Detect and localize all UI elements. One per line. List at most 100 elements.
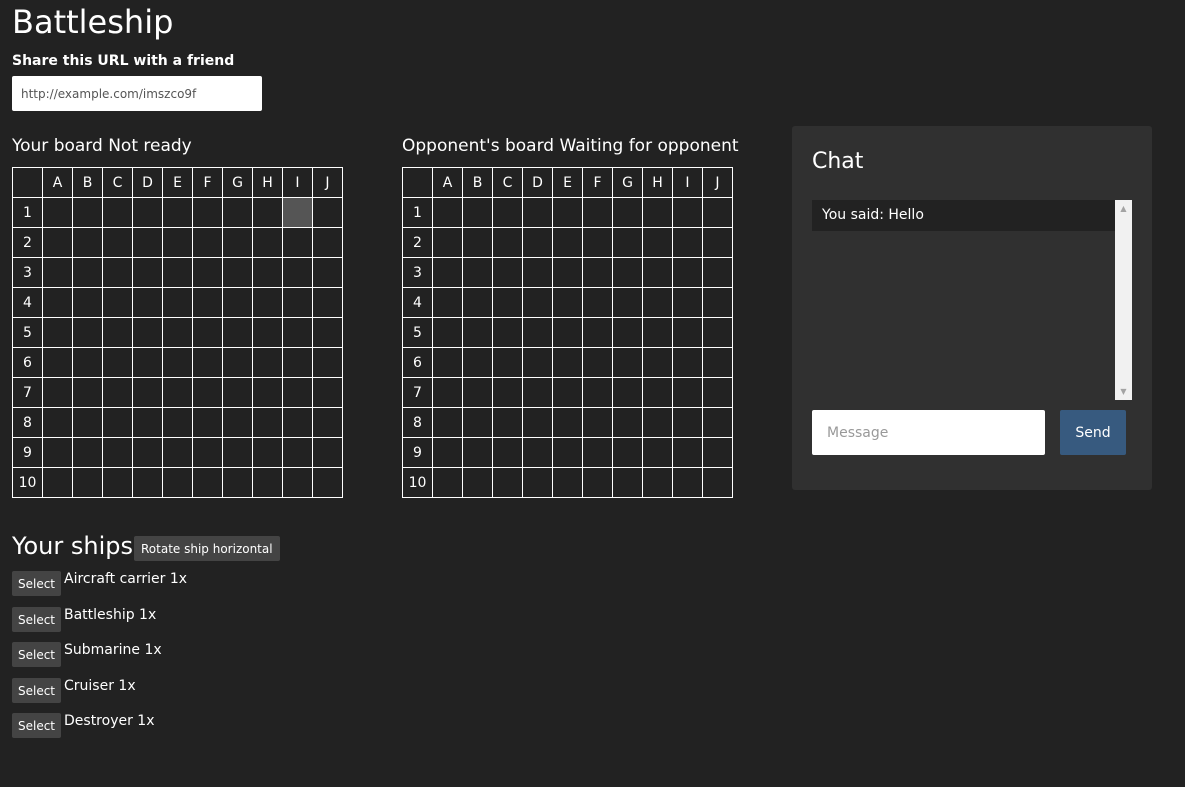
- opponent-board-cell[interactable]: [612, 257, 643, 288]
- own-board-cell[interactable]: [102, 287, 133, 318]
- opponent-board-cell[interactable]: [432, 317, 463, 348]
- own-board-cell[interactable]: [252, 407, 283, 438]
- own-board-cell[interactable]: [222, 227, 253, 258]
- opponent-board-cell[interactable]: [582, 197, 613, 228]
- opponent-board-cell[interactable]: [612, 227, 643, 258]
- opponent-board-cell[interactable]: [672, 437, 703, 468]
- opponent-board-cell[interactable]: [552, 227, 583, 258]
- opponent-board-cell[interactable]: [672, 317, 703, 348]
- own-board-cell[interactable]: [192, 197, 223, 228]
- opponent-board-cell[interactable]: [702, 227, 733, 258]
- own-board-cell[interactable]: [162, 287, 193, 318]
- own-board-cell[interactable]: [162, 317, 193, 348]
- own-board-cell[interactable]: [192, 317, 223, 348]
- own-board-cell[interactable]: [132, 197, 163, 228]
- opponent-board-cell[interactable]: [552, 377, 583, 408]
- opponent-board-cell[interactable]: [642, 287, 673, 318]
- opponent-board-cell[interactable]: [702, 407, 733, 438]
- opponent-board-cell[interactable]: [492, 467, 523, 498]
- own-board-cell[interactable]: [282, 377, 313, 408]
- opponent-board-cell[interactable]: [462, 467, 493, 498]
- own-board-cell[interactable]: [72, 287, 103, 318]
- opponent-board-cell[interactable]: [612, 437, 643, 468]
- opponent-board-cell[interactable]: [462, 227, 493, 258]
- own-board-cell[interactable]: [282, 437, 313, 468]
- opponent-board-cell[interactable]: [492, 437, 523, 468]
- own-board-cell[interactable]: [312, 227, 343, 258]
- opponent-board-cell[interactable]: [492, 317, 523, 348]
- own-board-cell[interactable]: [102, 197, 133, 228]
- own-board-cell[interactable]: [222, 347, 253, 378]
- select-aircraft-carrier-button[interactable]: Select: [12, 571, 61, 596]
- opponent-board-cell[interactable]: [582, 317, 613, 348]
- own-board-cell[interactable]: [222, 317, 253, 348]
- opponent-board-cell[interactable]: [642, 377, 673, 408]
- opponent-board-cell[interactable]: [642, 347, 673, 378]
- opponent-board-cell[interactable]: [432, 287, 463, 318]
- own-board-cell[interactable]: [222, 437, 253, 468]
- opponent-board-cell[interactable]: [702, 197, 733, 228]
- own-board-cell[interactable]: [72, 317, 103, 348]
- own-board-cell[interactable]: [72, 467, 103, 498]
- opponent-board-cell[interactable]: [462, 347, 493, 378]
- own-board-cell[interactable]: [252, 377, 283, 408]
- opponent-board-cell[interactable]: [432, 437, 463, 468]
- own-board-cell[interactable]: [42, 287, 73, 318]
- select-cruiser-button[interactable]: Select: [12, 678, 61, 703]
- opponent-board-cell[interactable]: [492, 287, 523, 318]
- opponent-board-cell[interactable]: [552, 347, 583, 378]
- own-board-cell[interactable]: [132, 377, 163, 408]
- own-board-cell[interactable]: [132, 407, 163, 438]
- own-board-cell[interactable]: [132, 227, 163, 258]
- own-board-cell[interactable]: [72, 407, 103, 438]
- own-board-cell[interactable]: [162, 257, 193, 288]
- own-board-cell[interactable]: [42, 197, 73, 228]
- own-board-cell[interactable]: [312, 287, 343, 318]
- opponent-board-cell[interactable]: [672, 377, 703, 408]
- opponent-board-cell[interactable]: [522, 317, 553, 348]
- scroll-down-arrow-icon[interactable]: ▼: [1115, 383, 1132, 400]
- opponent-board-cell[interactable]: [582, 437, 613, 468]
- own-board-cell[interactable]: [252, 437, 283, 468]
- opponent-board-cell[interactable]: [582, 377, 613, 408]
- opponent-board-cell[interactable]: [672, 197, 703, 228]
- opponent-board-cell[interactable]: [642, 257, 673, 288]
- own-board-cell[interactable]: [222, 287, 253, 318]
- own-board-cell[interactable]: [42, 227, 73, 258]
- opponent-board-cell[interactable]: [672, 227, 703, 258]
- own-board-cell[interactable]: [252, 287, 283, 318]
- opponent-board-cell[interactable]: [582, 257, 613, 288]
- opponent-board-cell[interactable]: [552, 197, 583, 228]
- own-board-cell[interactable]: [192, 377, 223, 408]
- opponent-board-cell[interactable]: [642, 407, 673, 438]
- own-board-cell[interactable]: [42, 317, 73, 348]
- opponent-board-cell[interactable]: [462, 197, 493, 228]
- opponent-board-cell[interactable]: [612, 197, 643, 228]
- own-board-cell[interactable]: [282, 227, 313, 258]
- own-board-cell[interactable]: [192, 257, 223, 288]
- own-board-cell[interactable]: [162, 347, 193, 378]
- opponent-board-cell[interactable]: [462, 287, 493, 318]
- chat-message-input[interactable]: [812, 410, 1045, 455]
- own-board-cell[interactable]: [312, 317, 343, 348]
- own-board-cell[interactable]: [132, 257, 163, 288]
- own-board-cell[interactable]: [252, 317, 283, 348]
- opponent-board-cell[interactable]: [612, 467, 643, 498]
- opponent-board-cell[interactable]: [552, 317, 583, 348]
- own-board-cell[interactable]: [102, 317, 133, 348]
- own-board-cell[interactable]: [192, 347, 223, 378]
- opponent-board-cell[interactable]: [432, 257, 463, 288]
- opponent-board-cell[interactable]: [702, 437, 733, 468]
- opponent-board-cell[interactable]: [642, 467, 673, 498]
- own-board-cell[interactable]: [132, 317, 163, 348]
- opponent-board-cell[interactable]: [492, 197, 523, 228]
- opponent-board-cell[interactable]: [582, 347, 613, 378]
- opponent-board-cell[interactable]: [582, 467, 613, 498]
- own-board-cell[interactable]: [42, 467, 73, 498]
- opponent-board-cell[interactable]: [432, 377, 463, 408]
- own-board-cell[interactable]: [42, 437, 73, 468]
- opponent-board-cell[interactable]: [642, 197, 673, 228]
- opponent-board-cell[interactable]: [702, 377, 733, 408]
- own-board-cell[interactable]: [102, 437, 133, 468]
- opponent-board-cell[interactable]: [432, 197, 463, 228]
